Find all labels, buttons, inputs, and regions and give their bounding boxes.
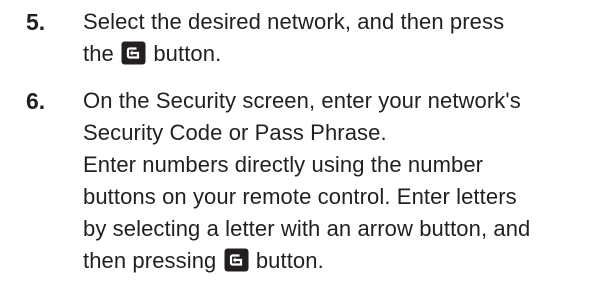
step-text: On the Security screen, enter your netwo… bbox=[83, 85, 577, 277]
step-number: 6. bbox=[26, 88, 46, 114]
text-line: then pressing button. bbox=[83, 245, 577, 277]
text-fragment: the bbox=[83, 41, 114, 66]
text-line: Select the desired network, and then pre… bbox=[83, 9, 505, 34]
text-line: On the Security screen, enter your netwo… bbox=[83, 88, 521, 113]
text-line: Security Code or Pass Phrase. bbox=[83, 120, 387, 145]
text-line: buttons on your remote control. Enter le… bbox=[83, 184, 517, 209]
text-fragment: button. bbox=[255, 248, 324, 273]
text-line: Enter numbers directly using the number bbox=[83, 152, 484, 177]
text-line: the button. bbox=[83, 38, 577, 70]
text-fragment: then pressing bbox=[83, 248, 217, 273]
enter-icon bbox=[224, 248, 249, 272]
step-number: 5. bbox=[26, 9, 46, 35]
text-line: by selecting a letter with an arrow butt… bbox=[83, 216, 531, 241]
enter-icon bbox=[121, 41, 146, 65]
instruction-page: 5. Select the desired network, and then … bbox=[0, 0, 595, 285]
step-text: Select the desired network, and then pre… bbox=[83, 6, 577, 70]
text-fragment: button. bbox=[153, 41, 222, 66]
